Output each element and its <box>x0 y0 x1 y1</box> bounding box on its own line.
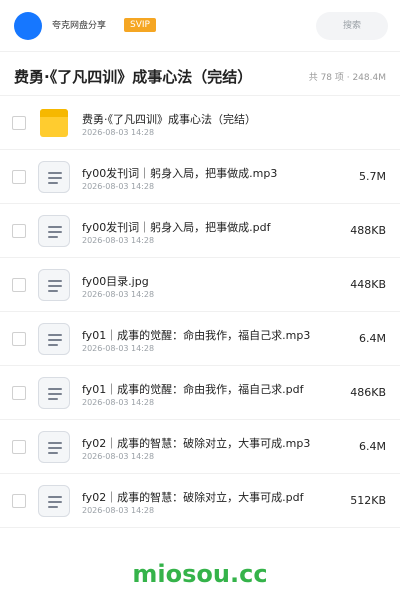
avatar[interactable] <box>14 12 42 40</box>
file-size: 512KB <box>350 494 386 507</box>
file-name: fy00目录.jpg <box>82 275 149 288</box>
file-name: fy01｜成事的觉醒：命由我作，福自己求.pdf <box>82 383 304 396</box>
list-item[interactable]: fy01｜成事的觉醒：命由我作，福自己求.mp3 2026-08-03 14:2… <box>0 312 400 366</box>
list-item[interactable]: fy02｜成事的智慧：破除对立，大事可成.mp3 2026-08-03 14:2… <box>0 420 400 474</box>
select-checkbox[interactable] <box>12 332 26 346</box>
file-date: 2026-08-03 14:28 <box>82 290 155 299</box>
file-date: 2026-08-03 14:28 <box>82 236 155 245</box>
list-item[interactable]: 费勇·《了凡四训》成事心法（完结） 2026-08-03 14:28 <box>0 96 400 150</box>
file-list: 费勇·《了凡四训》成事心法（完结） 2026-08-03 14:28 fy00发… <box>0 96 400 528</box>
select-checkbox[interactable] <box>12 116 26 130</box>
select-checkbox[interactable] <box>12 386 26 400</box>
folder-icon <box>38 107 70 139</box>
file-date: 2026-08-03 14:28 <box>82 398 155 407</box>
file-date: 2026-08-03 14:28 <box>82 182 155 191</box>
document-icon <box>38 323 70 355</box>
list-item[interactable]: fy00发刊词｜躬身入局，把事做成.mp3 2026-08-03 14:28 5… <box>0 150 400 204</box>
file-name: fy01｜成事的觉醒：命由我作，福自己求.mp3 <box>82 329 311 342</box>
folder-header: 费勇·《了凡四训》成事心法（完结） 共 78 项 · 248.4M <box>0 52 400 96</box>
select-checkbox[interactable] <box>12 278 26 292</box>
list-item[interactable]: fy01｜成事的觉醒：命由我作，福自己求.pdf 2026-08-03 14:2… <box>0 366 400 420</box>
list-item[interactable]: fy02｜成事的智慧：破除对立，大事可成.pdf 2026-08-03 14:2… <box>0 474 400 528</box>
file-size: 448KB <box>350 278 386 291</box>
file-date: 2026-08-03 14:28 <box>82 506 155 515</box>
document-icon <box>38 377 70 409</box>
top-bar: 夸克网盘分享 SVIP 搜索 <box>0 0 400 52</box>
file-name: fy02｜成事的智慧：破除对立，大事可成.mp3 <box>82 437 311 450</box>
share-page: 夸克网盘分享 SVIP 搜索 费勇·《了凡四训》成事心法（完结） 共 78 项 … <box>0 0 400 600</box>
folder-meta: 共 78 项 · 248.4M <box>308 73 386 83</box>
file-name: fy00发刊词｜躬身入局，把事做成.mp3 <box>82 167 278 180</box>
document-icon <box>38 431 70 463</box>
list-item[interactable]: fy00目录.jpg 2026-08-03 14:28 448KB <box>0 258 400 312</box>
page-title: 费勇·《了凡四训》成事心法（完结） <box>14 68 253 86</box>
file-date: 2026-08-03 14:28 <box>82 128 155 137</box>
file-size: 5.7M <box>359 170 386 183</box>
document-icon <box>38 161 70 193</box>
file-size: 6.4M <box>359 440 386 453</box>
file-name: fy00发刊词｜躬身入局，把事做成.pdf <box>82 221 271 234</box>
file-name: fy02｜成事的智慧：破除对立，大事可成.pdf <box>82 491 304 504</box>
search-input[interactable]: 搜索 <box>316 12 388 40</box>
document-icon <box>38 215 70 247</box>
file-size: 486KB <box>350 386 386 399</box>
document-icon <box>38 485 70 517</box>
file-name: 费勇·《了凡四训》成事心法（完结） <box>82 113 256 126</box>
file-date: 2026-08-03 14:28 <box>82 452 155 461</box>
list-item[interactable]: fy00发刊词｜躬身入局，把事做成.pdf 2026-08-03 14:28 4… <box>0 204 400 258</box>
svip-badge: SVIP <box>124 18 156 32</box>
file-size: 488KB <box>350 224 386 237</box>
watermark: miosou.cc <box>132 560 268 588</box>
file-date: 2026-08-03 14:28 <box>82 344 155 353</box>
app-name: 夸克网盘分享 <box>52 21 107 31</box>
select-checkbox[interactable] <box>12 494 26 508</box>
select-checkbox[interactable] <box>12 440 26 454</box>
document-icon <box>38 269 70 301</box>
file-size: 6.4M <box>359 332 386 345</box>
select-checkbox[interactable] <box>12 224 26 238</box>
select-checkbox[interactable] <box>12 170 26 184</box>
